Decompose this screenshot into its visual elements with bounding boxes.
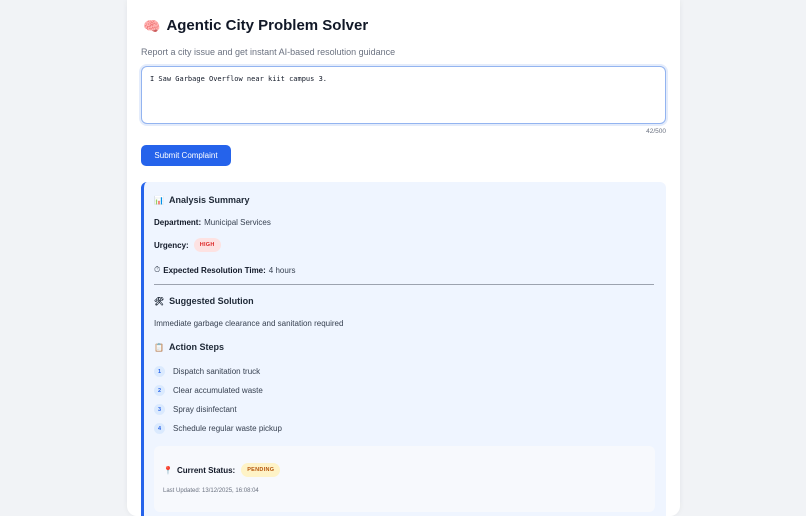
- analysis-result-panel: 📊 Analysis Summary Department: Municipal…: [141, 182, 666, 516]
- tools-icon: 🛠: [154, 296, 165, 306]
- action-step: 4 Schedule regular waste pickup: [154, 423, 282, 434]
- step-number: 4: [154, 423, 165, 434]
- bar-chart-icon: 📊: [154, 195, 164, 205]
- step-text: Spray disinfectant: [173, 405, 237, 414]
- action-steps-heading: 📋 Action Steps: [154, 342, 224, 352]
- page-subtitle: Report a city issue and get instant AI-b…: [141, 47, 396, 57]
- step-number: 3: [154, 404, 165, 415]
- department-label: Department:: [154, 218, 202, 227]
- resolution-time-label: Expected Resolution Time:: [163, 265, 266, 275]
- analysis-summary-heading: 📊 Analysis Summary: [154, 195, 250, 205]
- section-divider: [154, 284, 654, 285]
- brain-icon: 🧠: [143, 17, 161, 34]
- step-text: Dispatch sanitation truck: [173, 367, 261, 376]
- page-title-text: Agentic City Problem Solver: [166, 17, 369, 34]
- department-value: Municipal Services: [204, 218, 271, 227]
- urgency-badge: HIGH: [193, 238, 221, 252]
- current-status-label: Current Status:: [176, 465, 236, 475]
- department-line: Department: Municipal Services: [154, 218, 271, 227]
- pin-icon: 📍: [163, 465, 173, 475]
- last-updated: Last Updated: 13/12/2025, 16:08:04: [163, 488, 259, 494]
- solution-text: Immediate garbage clearance and sanitati…: [154, 319, 344, 328]
- step-text: Schedule regular waste pickup: [173, 424, 282, 433]
- step-number: 1: [154, 366, 165, 377]
- clipboard-icon: 📋: [154, 342, 164, 352]
- step-text: Clear accumulated waste: [173, 386, 263, 395]
- complaint-textarea[interactable]: I Saw Garbage Overflow near kiit campus …: [141, 66, 666, 124]
- action-step: 3 Spray disinfectant: [154, 404, 237, 415]
- submit-complaint-button[interactable]: Submit Complaint: [141, 145, 231, 166]
- status-badge: PENDING: [241, 463, 281, 477]
- step-number: 2: [154, 385, 165, 396]
- action-step: 1 Dispatch sanitation truck: [154, 366, 260, 377]
- char-count: 42/500: [646, 128, 666, 135]
- stopwatch-icon: ⏱: [154, 265, 161, 274]
- suggested-solution-heading: 🛠 Suggested Solution: [154, 296, 254, 306]
- resolution-time-line: ⏱ Expected Resolution Time: 4 hours: [154, 265, 295, 275]
- status-box: 📍 Current Status: PENDING Last Updated: …: [154, 446, 655, 512]
- current-status-line: 📍 Current Status: PENDING: [163, 463, 281, 477]
- urgency-label: Urgency:: [154, 240, 189, 250]
- page-title: 🧠 Agentic City Problem Solver: [143, 17, 368, 34]
- main-card: 🧠 Agentic City Problem Solver Report a c…: [127, 0, 680, 516]
- action-step: 2 Clear accumulated waste: [154, 385, 263, 396]
- urgency-line: Urgency: HIGH: [154, 238, 221, 252]
- resolution-time-value: 4 hours: [268, 265, 296, 275]
